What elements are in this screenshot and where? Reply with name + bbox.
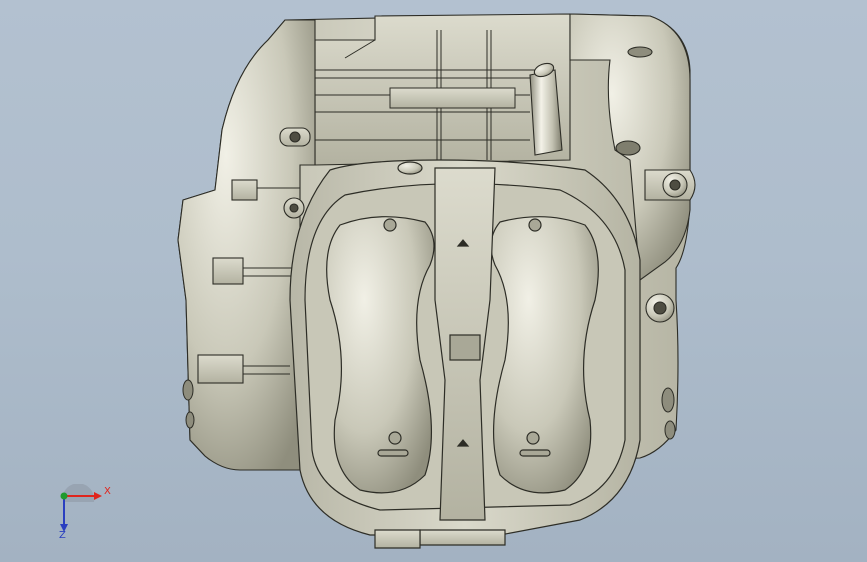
y-axis-point bbox=[60, 492, 68, 500]
x-axis-label: X bbox=[104, 486, 111, 497]
z-axis-label: Z bbox=[59, 530, 66, 541]
orientation-triad: X Z bbox=[48, 483, 118, 546]
x-axis-arrow bbox=[94, 492, 102, 500]
engine-model[interactable] bbox=[0, 0, 867, 562]
triad-backdrop bbox=[64, 483, 95, 502]
side-cover-left bbox=[177, 19, 316, 471]
graphics-viewport[interactable]: X Z bbox=[0, 0, 867, 562]
